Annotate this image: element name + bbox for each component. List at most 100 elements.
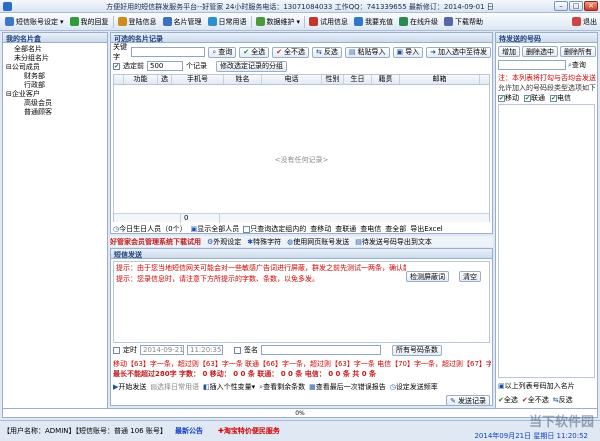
watermark-logo: 当下软件园 [528, 415, 594, 430]
toolbar-download-help[interactable]: 下载帮助 [441, 14, 486, 29]
select-none-button[interactable]: ✔ 全不选 [272, 46, 309, 58]
pending-select-all-button[interactable]: ✔全选 [498, 395, 518, 405]
col-gender[interactable]: 性别 [322, 75, 344, 84]
col-hometown[interactable]: 籍贯 [372, 75, 400, 84]
import-button[interactable]: ▣ 导入 [392, 46, 424, 58]
mobile-checkbox[interactable] [498, 94, 505, 102]
send-frequency-button[interactable]: ◷设定发送频率 [390, 382, 438, 392]
variable-icon: ◧ [203, 383, 210, 391]
exit-icon [572, 17, 581, 26]
invert-button[interactable]: ⇆ 反选 [312, 46, 342, 58]
maximize-button[interactable]: □ [569, 1, 583, 11]
tree-item-vip[interactable]: 高级会员 [6, 99, 104, 108]
toolbar-card-manage[interactable]: 名片管理 [160, 14, 205, 29]
toolbar-online-upgrade[interactable]: 在线升级 [396, 14, 441, 29]
card-box-panel: 我的名片盒 全部名片 未分组名片 ⊟公司成员 财务部 行政部 ⊟企业客户 高级会… [2, 32, 108, 418]
carrier-unicom-toggle[interactable]: 联通 [524, 93, 545, 103]
delete-selected-button[interactable]: 删除选中 [522, 46, 558, 57]
check-remaining-button[interactable]: ⌕查看剩余条数 [259, 382, 305, 392]
query-mobile-link[interactable]: 查移动 [310, 224, 331, 234]
add-to-pending-button[interactable]: ➜ 加入选中至待发 [426, 46, 491, 58]
detect-blocked-words-button[interactable]: 检测屏蔽词 [406, 271, 449, 282]
tree-item-ungrouped[interactable]: 未分组名片 [6, 54, 104, 63]
carrier-mobile-toggle[interactable]: 移动 [498, 93, 519, 103]
import-icon: ▣ [396, 48, 404, 56]
promo-link[interactable]: 好管家会员管理系统下载试用 [110, 237, 201, 247]
send-record-button[interactable]: ✎ 发送记录 [446, 395, 490, 406]
minimize-button[interactable]: – [554, 1, 568, 11]
telecom-checkbox[interactable] [550, 94, 557, 102]
timer-time-input[interactable]: 11:20:35 [187, 345, 223, 355]
selected-count-input[interactable]: 500 [147, 61, 183, 71]
sign-checkbox[interactable] [234, 346, 241, 354]
show-all-link[interactable]: ▣显示全部人员 [191, 224, 240, 234]
delete-all-button[interactable]: 删除所有 [560, 46, 596, 57]
unicom-checkbox[interactable] [524, 94, 531, 102]
last-error-report-button[interactable]: ▦查看最后一次错误报告 [309, 382, 386, 392]
pending-title: 待发送的号码 [496, 33, 597, 43]
toolbar-trial-info[interactable]: 试用信息 [306, 14, 351, 29]
tree-item-regular[interactable]: 普通顾客 [6, 108, 104, 117]
toolbar-my-reply[interactable]: 我的回复 [67, 14, 112, 29]
close-button[interactable]: ✕ [584, 1, 598, 11]
start-send-button[interactable]: ▶开始发送 [113, 382, 146, 392]
pending-query-button[interactable]: ⌕查询 [568, 60, 586, 70]
col-tel[interactable]: 电话 [262, 75, 322, 84]
message-textarea[interactable]: 提示：由于您当地短信网关可能会对一些敏感广告词进行屏蔽，群发之前先测试一两条，确… [113, 261, 490, 343]
timer-date-input[interactable]: 2014-09-21 [140, 345, 184, 355]
timer-checkbox[interactable] [113, 346, 120, 354]
col-name[interactable]: 姓名 [224, 75, 262, 84]
tree-item-enterprise-clients[interactable]: ⊟企业客户 [6, 90, 104, 99]
only-selected-group-toggle[interactable]: 只查询选定组内的 [243, 224, 306, 234]
col-select[interactable]: 选 [158, 75, 172, 84]
tree-item-admin[interactable]: 行政部 [6, 81, 104, 90]
toolbar-exit[interactable]: 退出 [569, 14, 600, 29]
select-all-button[interactable]: ✔ 全选 [239, 46, 270, 58]
pending-numbers-list[interactable] [498, 104, 595, 378]
web-account-send-button[interactable]: ◍使用网页账号发送 [287, 237, 349, 247]
tree-item-finance[interactable]: 财务部 [6, 72, 104, 81]
choose-phrase-button[interactable]: ▤选择日常用语 [150, 382, 199, 392]
export-pending-button[interactable]: ▤待发送号码导出到文本 [355, 237, 432, 247]
sign-input[interactable] [261, 345, 381, 355]
toolbar-account-settings[interactable]: 短信账号设定 ▾ [2, 14, 67, 29]
toolbar-login-info[interactable]: 登陆信息 [115, 14, 160, 29]
col-function[interactable]: 功能 [124, 75, 158, 84]
insert-variable-button[interactable]: ◧插入个性变量▾ [203, 382, 255, 392]
pending-select-none-button[interactable]: ✔全不选 [522, 395, 549, 405]
status-bar: 【用户名称：ADMIN】【短信账号：普通 106 账号】 最新公告 ✚淘宝特价便… [0, 415, 600, 440]
query-button[interactable]: ⌕ 查询 [208, 46, 237, 58]
tree-item-company-members[interactable]: ⊟公司成员 [6, 63, 104, 72]
col-phone[interactable]: 手机号 [172, 75, 224, 84]
toolbar-recharge[interactable]: 我要充值 [351, 14, 396, 29]
carrier-telecom-toggle[interactable]: 电信 [550, 93, 571, 103]
toolbar-data-maintain[interactable]: 数据维护 ▾ [253, 14, 304, 29]
count-rules-line: 移动【63】字一条，超过则【63】字一条 联通【66】字一条，超过则【63】字一… [113, 360, 491, 368]
select-first-checkbox[interactable] [113, 62, 120, 70]
query-all-link[interactable]: 查全部 [385, 224, 406, 234]
add-number-button[interactable]: 增加 [498, 46, 520, 57]
pending-invert-button[interactable]: ⇆反选 [553, 395, 573, 405]
check-icon: ✔ [243, 48, 250, 56]
keyword-input[interactable] [131, 47, 206, 57]
clear-button[interactable]: 清空 [459, 271, 481, 282]
tree-item-all-cards[interactable]: 全部名片 [6, 45, 104, 54]
toolbar-phrases[interactable]: 日常用语 [205, 14, 250, 29]
special-chars-button[interactable]: ✱特殊字符 [247, 237, 281, 247]
paste-import-button[interactable]: ▤ 粘贴导入 [344, 46, 390, 58]
recharge-icon [354, 17, 364, 26]
compose-title: 短信发送 [111, 249, 492, 259]
appearance-button[interactable]: ⚙外观设定 [207, 237, 241, 247]
notice-link[interactable]: ✚淘宝特价便民服务 [218, 426, 280, 436]
trial-info-icon [309, 17, 319, 26]
all-numbers-count-button[interactable]: 所有号码条数 [392, 344, 442, 356]
query-unicom-link[interactable]: 查联通 [335, 224, 356, 234]
pending-search-input[interactable] [498, 60, 566, 70]
col-email[interactable]: 邮箱 [400, 75, 480, 84]
export-excel-link[interactable]: 导出Excel [410, 224, 443, 234]
modify-group-button[interactable]: 修改选定记录的分组 [216, 60, 287, 72]
list-to-cards-button[interactable]: ▣以上列表号码加入名片 [498, 381, 575, 391]
birthday-today-link[interactable]: ◷今日生日人员（0个） [113, 224, 187, 234]
query-telecom-link[interactable]: 查电信 [360, 224, 381, 234]
col-birthday[interactable]: 生日 [344, 75, 372, 84]
